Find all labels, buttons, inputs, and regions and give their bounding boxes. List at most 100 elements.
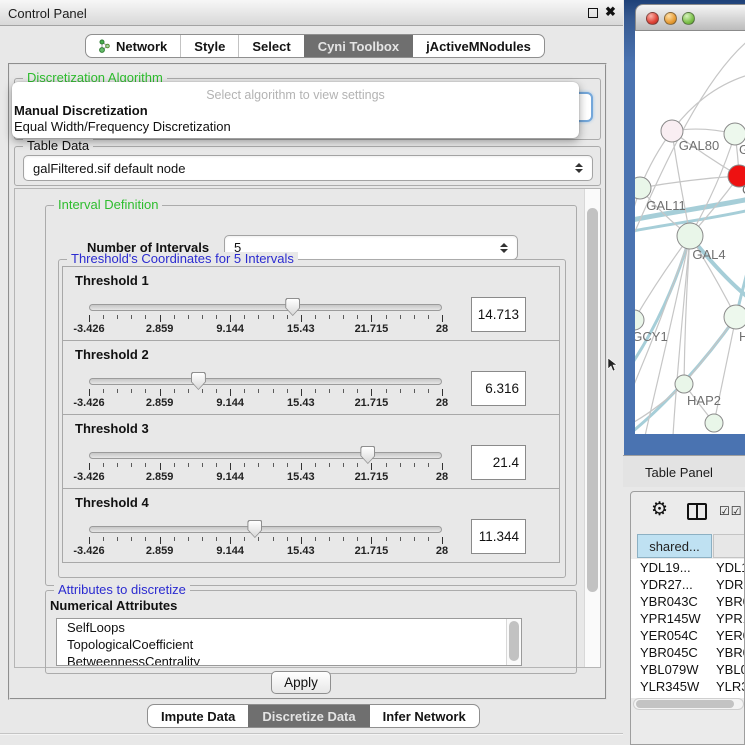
float-window-icon[interactable]: [588, 8, 598, 18]
tick-mark: [371, 389, 372, 396]
scale-label: 21.715: [355, 545, 389, 557]
table-row[interactable]: YBR043CYBR0: [631, 593, 744, 610]
table-row[interactable]: YDR27...YDR2: [631, 576, 744, 593]
network-node-node-bottom-partial[interactable]: [705, 414, 723, 432]
table-cell[interactable]: YPR1: [713, 610, 744, 627]
slider-track[interactable]: [89, 304, 442, 311]
zoom-traffic-light[interactable]: [682, 12, 695, 25]
close-traffic-light[interactable]: [646, 12, 659, 25]
attribute-list-item[interactable]: SelfLoops: [57, 619, 521, 636]
tab-jactivemnodules[interactable]: jActiveMNodules: [412, 35, 544, 57]
tick-mark: [202, 537, 203, 541]
table-hscrollbar-thumb[interactable]: [636, 700, 734, 708]
tab-infer-network[interactable]: Infer Network: [369, 705, 479, 727]
table-row[interactable]: YDL19...YDL1: [631, 559, 744, 576]
table-cell[interactable]: YLR345W: [637, 678, 712, 695]
threshold-value-field[interactable]: 6.316: [471, 371, 526, 406]
tab-label: Impute Data: [161, 709, 235, 724]
threshold-value-field[interactable]: 11.344: [471, 519, 526, 554]
slider-thumb[interactable]: [285, 298, 300, 316]
attribute-list-item[interactable]: BetweennessCentrality: [57, 653, 521, 666]
threshold-label: Threshold 4: [75, 495, 149, 510]
list-vscrollbar[interactable]: [506, 619, 521, 665]
column-header-name[interactable]: na: [713, 534, 745, 558]
network-node-GCY1[interactable]: [635, 310, 644, 330]
tab-impute-data[interactable]: Impute Data: [148, 705, 248, 727]
tick-mark: [414, 389, 415, 393]
table-panel: ⚙ ☑☑ shared... na YDL19...YDL1YDR27...YD…: [630, 491, 745, 745]
tick-mark: [287, 389, 288, 393]
scale-label: -3.426: [73, 545, 104, 557]
tab-select[interactable]: Select: [238, 35, 303, 57]
table-cell[interactable]: YBR0: [713, 593, 744, 610]
network-window-titlebar[interactable]: [635, 4, 745, 31]
dropdown-option[interactable]: Manual Discretization: [12, 102, 579, 118]
table-row[interactable]: YER054CYER0: [631, 627, 744, 644]
network-view-canvas[interactable]: GAL80GACGAL11GAL4GCY1HHAP2: [635, 31, 745, 434]
tab-cyni-toolbox[interactable]: Cyni Toolbox: [304, 35, 412, 57]
close-icon[interactable]: ✖: [605, 4, 616, 20]
network-node-HAP2[interactable]: [675, 375, 693, 393]
tick-mark: [386, 463, 387, 467]
tick-mark: [329, 537, 330, 541]
network-node-GAL11[interactable]: [635, 177, 651, 199]
network-node-GAL4[interactable]: [677, 223, 703, 249]
spinner-arrows-icon[interactable]: [575, 163, 583, 173]
apply-button[interactable]: Apply: [271, 671, 331, 694]
slider-track[interactable]: [89, 378, 442, 385]
table-cell[interactable]: YDR2: [713, 576, 744, 593]
slider-track[interactable]: [89, 452, 442, 459]
tick-mark: [301, 537, 302, 544]
table-row[interactable]: YPR145WYPR1: [631, 610, 744, 627]
slider-thumb[interactable]: [360, 446, 375, 464]
scale-label: 2.859: [146, 323, 174, 335]
threshold-value-field[interactable]: 21.4: [471, 445, 526, 480]
table-cell[interactable]: YBR043C: [637, 593, 712, 610]
tick-mark: [103, 315, 104, 319]
table-row[interactable]: YBR045CYBR0: [631, 644, 744, 661]
table-cell[interactable]: YDL19...: [637, 559, 712, 576]
attribute-list-item[interactable]: TopologicalCoefficient: [57, 636, 521, 653]
panel-vscrollbar[interactable]: [584, 189, 600, 667]
bottom-tab-bar: Impute Data Discretize DataInfer Network: [147, 704, 480, 728]
table-hscrollbar[interactable]: [633, 698, 744, 710]
tick-mark: [216, 389, 217, 393]
table-row[interactable]: YLR345WYLR3: [631, 678, 744, 695]
table-cell[interactable]: YDR27...: [637, 576, 712, 593]
table-cell[interactable]: YBL079W: [637, 661, 712, 678]
tab-style[interactable]: Style: [180, 35, 238, 57]
panel-vscrollbar-thumb[interactable]: [587, 208, 598, 592]
network-node-node-H[interactable]: [724, 305, 745, 329]
list-vscrollbar-thumb[interactable]: [509, 621, 519, 661]
table-cell[interactable]: YLR3: [713, 678, 744, 695]
attributes-listbox[interactable]: SelfLoopsTopologicalCoefficientBetweenne…: [56, 618, 522, 666]
checkbox-icons[interactable]: ☑☑: [719, 504, 743, 518]
scale-label: -3.426: [73, 323, 104, 335]
table-cell[interactable]: YBR0: [713, 644, 744, 661]
tick-mark: [343, 463, 344, 467]
spinner-arrows-icon[interactable]: [500, 243, 508, 253]
table-cell[interactable]: YDL1: [713, 559, 744, 576]
column-header-shared-name[interactable]: shared...: [637, 534, 712, 558]
slider-track[interactable]: [89, 526, 442, 533]
tick-mark: [329, 389, 330, 393]
threshold-value-field[interactable]: 14.713: [471, 297, 526, 332]
gear-icon[interactable]: ⚙: [651, 500, 668, 519]
dropdown-option[interactable]: Equal Width/Frequency Discretization: [12, 118, 579, 134]
table-data-combobox[interactable]: galFiltered.sif default node: [23, 155, 593, 181]
table-cell[interactable]: YER054C: [637, 627, 712, 644]
minimize-traffic-light[interactable]: [664, 12, 677, 25]
tab-discretize-data[interactable]: Discretize Data: [248, 705, 368, 727]
table-cell[interactable]: YBR045C: [637, 644, 712, 661]
table-row[interactable]: YBL079WYBL0: [631, 661, 744, 678]
node-label-GCY1: GCY1: [635, 329, 668, 344]
tick-mark: [371, 537, 372, 544]
slider-thumb[interactable]: [247, 520, 262, 538]
slider-thumb[interactable]: [191, 372, 206, 390]
table-panel-title: Table Panel: [645, 465, 713, 480]
tab-network[interactable]: Network: [86, 35, 180, 57]
table-cell[interactable]: YBL0: [713, 661, 744, 678]
split-columns-icon[interactable]: [687, 503, 707, 520]
table-cell[interactable]: YER0: [713, 627, 744, 644]
table-cell[interactable]: YPR145W: [637, 610, 712, 627]
